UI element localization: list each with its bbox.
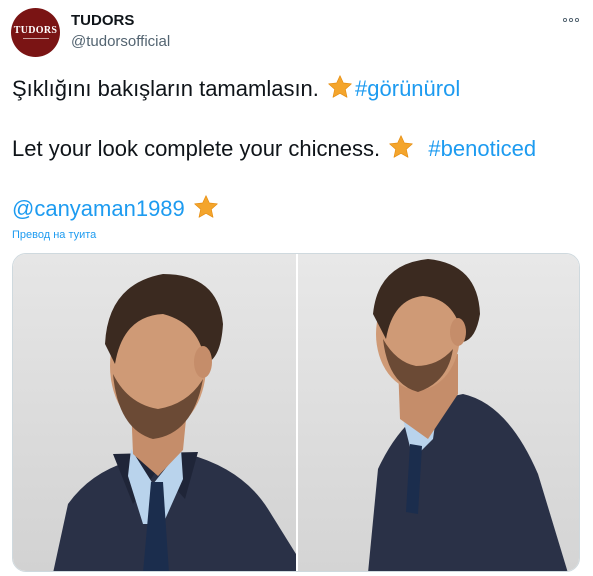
avatar[interactable]: TUDORS bbox=[11, 8, 60, 57]
star-emoji-icon bbox=[389, 135, 413, 158]
photo-1-image bbox=[13, 254, 296, 571]
tweet-line-mention: @canyaman1989 bbox=[12, 194, 221, 222]
photo-2-image bbox=[298, 254, 579, 571]
tweet-text-english: Let your look complete your chicness. bbox=[12, 136, 387, 161]
photo-2[interactable] bbox=[298, 254, 579, 571]
translate-tweet-link[interactable]: Превод на туита bbox=[12, 229, 96, 241]
tweet-line-turkish: Şıklığını bakışların tamamlasın. #görünü… bbox=[12, 74, 460, 102]
more-horizontal-icon bbox=[563, 18, 579, 22]
tweet-text-turkish: Şıklığını bakışların tamamlasın. bbox=[12, 76, 326, 101]
avatar-logo-underline bbox=[22, 38, 49, 39]
photo-1[interactable] bbox=[13, 254, 296, 571]
user-handle[interactable]: @tudorsofficial bbox=[71, 33, 170, 50]
hashtag-gorunurol[interactable]: #görünürol bbox=[355, 76, 460, 101]
hashtag-benoticed[interactable]: #benoticed bbox=[428, 136, 536, 161]
tweet: TUDORS TUDORS @tudorsofficial Şıklığını … bbox=[0, 0, 593, 576]
star-emoji-icon bbox=[194, 195, 218, 218]
more-options-button[interactable] bbox=[560, 10, 582, 30]
star-emoji-icon bbox=[328, 75, 352, 98]
media-grid bbox=[12, 253, 580, 572]
mention-canyaman1989[interactable]: @canyaman1989 bbox=[12, 196, 185, 221]
tweet-line-english: Let your look complete your chicness. #b… bbox=[12, 134, 536, 162]
avatar-logo-text: TUDORS bbox=[13, 25, 58, 36]
display-name[interactable]: TUDORS bbox=[71, 12, 134, 29]
